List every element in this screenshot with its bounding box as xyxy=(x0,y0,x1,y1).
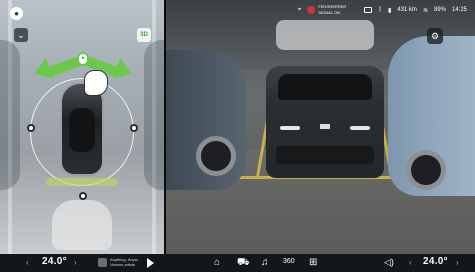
ego-vehicle xyxy=(60,82,104,176)
music-icon[interactable]: ♫ xyxy=(261,257,269,268)
bluetooth-icon: ᛒ xyxy=(378,7,382,13)
drag-hand-icon xyxy=(84,70,108,96)
chevron-down-icon[interactable]: ⌄ xyxy=(14,28,28,42)
temp-right-increase-icon[interactable]: › xyxy=(456,258,459,267)
location-icon: ⌖ xyxy=(297,6,302,13)
car-icon[interactable]: ⛟ xyxy=(237,257,250,270)
apps-icon[interactable]: ⊞ xyxy=(309,257,317,268)
parked-car-wheel xyxy=(406,150,446,190)
media-subtitle: Various artists xyxy=(110,262,136,267)
surround-view-panel[interactable]: ▪ ● ⌄ 3D xyxy=(0,0,164,254)
camera-position-icon[interactable]: ▪ xyxy=(77,52,89,66)
user-icon[interactable]: ● xyxy=(10,7,23,20)
range-value: 431 km xyxy=(397,7,417,13)
wifi-icon: ≋ xyxy=(422,7,428,14)
temp-left-decrease-icon[interactable]: ‹ xyxy=(26,258,29,267)
neighbor-car-right xyxy=(144,40,164,190)
settings-gear-icon[interactable]: ⚙ xyxy=(427,28,443,44)
volume-icon[interactable]: ◁) xyxy=(384,257,394,268)
3d-mode-button[interactable]: 3D xyxy=(137,28,151,42)
ego-vehicle-3d xyxy=(266,66,384,178)
vehicle-ahead xyxy=(276,20,374,50)
rotate-right-arrow-icon[interactable] xyxy=(112,57,136,85)
media-widget[interactable]: Anything, Anyw... Various artists xyxy=(98,257,140,267)
signal-icon: ▮ xyxy=(387,7,392,14)
right-temperature[interactable]: 24.0° xyxy=(423,256,448,267)
camera-360-icon[interactable]: 360 xyxy=(283,258,295,265)
bottom-dock: ‹ 24.0° › Anything, Anyw... Various arti… xyxy=(0,254,475,272)
play-icon[interactable] xyxy=(147,258,154,268)
3d-mode-label: 3D xyxy=(140,32,148,38)
notification[interactable]: FEHÖRERRER SIGNAL ON xyxy=(307,4,346,16)
rotate-left-arrow-icon[interactable] xyxy=(30,57,54,85)
alert-icon xyxy=(307,6,316,14)
view-angle-handle-right[interactable] xyxy=(130,124,138,132)
left-temperature[interactable]: 24.0° xyxy=(42,256,67,267)
rear-vehicle xyxy=(52,200,112,250)
parked-car-wheel xyxy=(196,136,236,176)
status-bar: ⌖ FEHÖRERRER SIGNAL ON ᛒ ▮ 431 km ≋ 89% … xyxy=(166,0,475,20)
temp-left-increase-icon[interactable]: › xyxy=(74,258,77,267)
album-art xyxy=(98,257,107,267)
view-angle-handle-left[interactable] xyxy=(27,124,35,132)
view-angle-handle-rear[interactable] xyxy=(79,192,87,200)
camera-icon xyxy=(364,7,373,13)
battery-value: 89% xyxy=(433,7,446,13)
home-icon[interactable]: ⌂ xyxy=(214,257,220,268)
temp-right-decrease-icon[interactable]: ‹ xyxy=(409,258,412,267)
ground-highlight xyxy=(46,178,118,186)
neighbor-car-left xyxy=(0,40,20,190)
notice-line2: SIGNAL ON xyxy=(318,10,340,15)
time-value: 14:25 xyxy=(451,7,467,13)
